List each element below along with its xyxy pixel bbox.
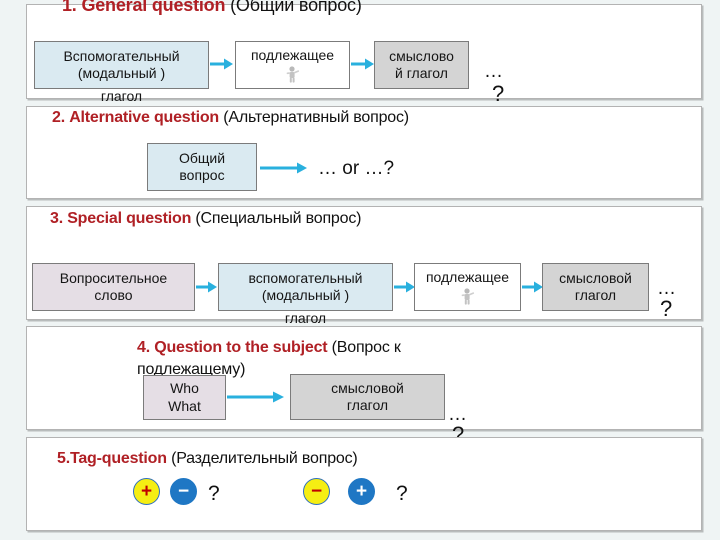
section-title-en: General question [81,0,226,15]
arrow-right-3b [394,280,416,294]
section-title-en: Tag-question [69,450,167,467]
box-label-line2: What [168,397,201,414]
alternative-formula: … or …? [318,158,395,179]
box-auxiliary-modal-verb-3[interactable]: вспомогательный (модальный ) глагол [218,263,393,326]
box-auxiliary-modal-verb[interactable]: Вспомогательный (модальный ) глагол [34,41,209,104]
section-number: 2. [52,109,65,126]
box-label-line1: подлежащее [425,269,510,286]
arrow-right-1b [351,57,375,71]
trailing-question-mark-1: ? [492,81,505,106]
box-label-line1: Вспомогательный [63,47,180,64]
section-heading-special-question: 3. Special question (Специальный вопрос) [50,210,361,228]
box-general-question[interactable]: Общий вопрос [147,143,257,191]
box-label-line2: вопрос [179,167,225,183]
badge-negative-blue-1[interactable]: − [170,478,197,505]
arrow-right-3a [196,280,218,294]
trailing-question-mark-3: ? [660,296,673,321]
section-title-en: Special question [67,210,192,227]
arrow-right-1a [210,57,234,71]
tag-question-mark-2: ? [396,482,408,505]
box-label-line1: смысловой [559,269,632,286]
badge-sign: − [310,481,323,502]
box-label-line2: (модальный ) [77,65,166,81]
person-icon [461,288,474,305]
section-number: 1. [62,0,77,15]
box-label-line1: Вопросительное [59,269,168,286]
badge-sign: − [177,481,190,502]
section-title-ru: (Разделительный вопрос) [171,450,358,467]
section-heading-tag-question: 5.Tag-question (Разделительный вопрос) [57,450,358,468]
section-heading-general-question: 1. General question (Общий вопрос) [62,0,362,16]
box-label-line1: подлежащее [250,47,335,64]
box-label-line2: глагол [574,287,617,303]
badge-positive-yellow-1[interactable]: + [133,478,160,505]
tag-question-mark-1: ? [208,482,220,505]
box-label-line1: вспомогательный [248,269,363,286]
section-heading-alternative-question: 2. Alternative question (Альтернативный … [52,109,409,127]
badge-negative-yellow-2[interactable]: − [303,478,330,505]
section-title-en: Question to the subject [154,339,328,356]
slide-canvas: 1. General question (Общий вопрос) Вспом… [0,0,720,540]
box-label-line1: Общий [178,149,226,166]
arrow-right-4a [227,390,285,404]
arrow-right-3c [522,280,544,294]
box-label-line2: (модальный ) [261,287,350,303]
section-number: 3. [50,210,63,227]
box-main-verb-1[interactable]: смыслово й глагол [374,41,469,89]
box-subject-3[interactable]: подлежащее [414,263,521,311]
section-number: 5. [57,450,70,467]
box-main-verb-4[interactable]: смысловой глагол [290,374,445,420]
badge-sign: + [355,481,368,502]
badge-sign: + [140,481,153,502]
box-label-line1: смысловой [331,379,404,396]
box-label-line1: Who [170,380,199,396]
section-title-ru: (Альтернативный вопрос) [223,109,409,126]
box-label-line1: смыслово [389,47,454,64]
section-title-ru: (Общий вопрос) [230,0,362,15]
box-who-what[interactable]: Who What [143,375,226,420]
section-number: 4. [137,339,150,356]
box-label-line2: й глагол [395,65,448,81]
box-overflow-label: глагол [284,310,327,326]
box-subject-1[interactable]: подлежащее [235,41,350,89]
arrow-right-2a [260,161,308,175]
section-title-ru: (Специальный вопрос) [195,210,362,227]
box-label-line2: слово [94,287,133,303]
box-question-word[interactable]: Вопросительное слово [32,263,195,311]
badge-positive-blue-2[interactable]: + [348,478,375,505]
box-overflow-label: глагол [100,88,143,104]
section-title-en: Alternative question [69,109,220,126]
box-main-verb-3[interactable]: смысловой глагол [542,263,649,311]
person-icon [286,66,299,83]
trailing-ellipsis-1: … [484,61,504,82]
box-label-line2: глагол [346,397,389,413]
